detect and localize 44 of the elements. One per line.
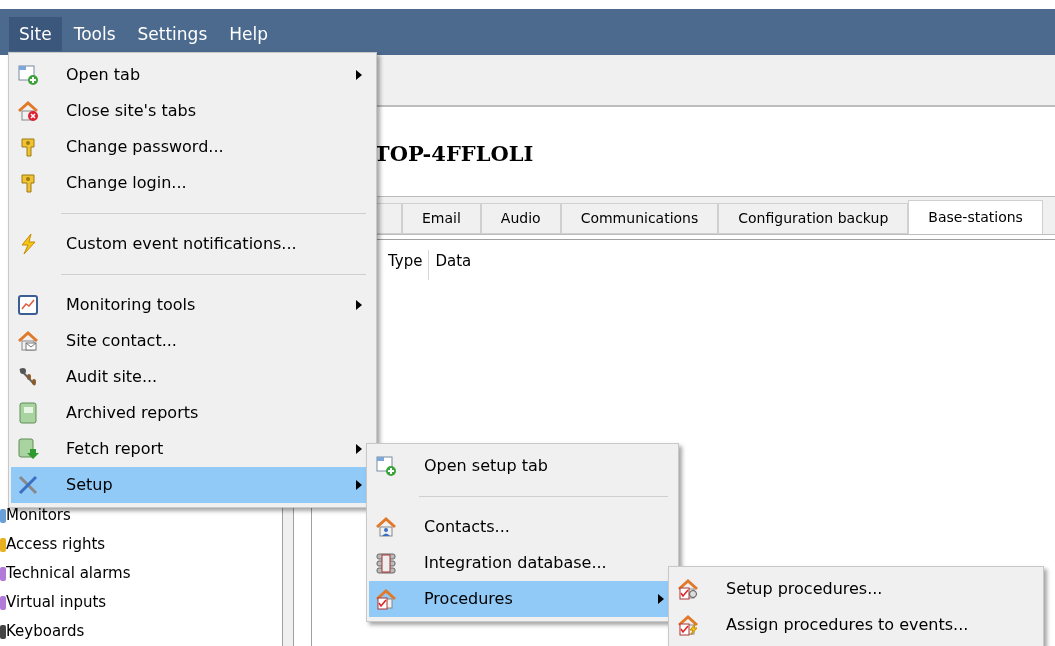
tree-item-icon xyxy=(0,506,6,525)
menu-item[interactable]: Site contact... xyxy=(11,323,374,359)
chart-icon xyxy=(17,294,39,316)
notebook-download-icon xyxy=(17,438,39,460)
site-title: TOP-4FFLOLI xyxy=(374,139,534,168)
menu-item[interactable]: Audit site... xyxy=(11,359,374,395)
tree-item[interactable]: Monitors xyxy=(0,501,282,530)
new-tab-icon xyxy=(375,455,397,477)
menu-bar-item[interactable]: Settings xyxy=(127,17,218,52)
notebook-icon xyxy=(17,402,39,424)
tree-item[interactable]: Technical alarms xyxy=(0,559,282,588)
tab[interactable]: Configuration backup xyxy=(718,203,909,234)
house-contact-icon xyxy=(375,516,397,538)
database-icon xyxy=(375,552,397,574)
menu-item[interactable]: Custom event notifications... xyxy=(11,226,374,262)
new-tab-icon xyxy=(17,64,39,86)
tree-item-icon xyxy=(0,593,6,612)
tree-item[interactable]: Access rights xyxy=(0,530,282,559)
menu-item[interactable]: Contacts... xyxy=(369,509,676,545)
tab[interactable]: Communications xyxy=(560,203,719,234)
tree-item[interactable]: Virtual inputs xyxy=(0,588,282,617)
tab[interactable]: Base-stations xyxy=(908,200,1043,234)
tab[interactable]: Audio xyxy=(480,203,561,234)
checklist-lightning-icon xyxy=(677,614,699,636)
checklist-gear-icon xyxy=(677,578,699,600)
menu-item[interactable]: Open tab xyxy=(11,57,374,93)
menu-bar-item[interactable]: Help xyxy=(219,17,279,52)
house-checklist-icon xyxy=(375,588,397,610)
menu-item[interactable]: Change password... xyxy=(11,129,374,165)
menu-item[interactable]: Archived reports xyxy=(11,395,374,431)
column-header[interactable]: Type xyxy=(382,250,430,280)
menu-item[interactable]: Change login... xyxy=(11,165,374,201)
tree-item-icon xyxy=(0,622,6,641)
menu-bar-item[interactable]: Site xyxy=(9,17,62,52)
tree-item-icon xyxy=(0,535,6,554)
menu-item[interactable]: Monitoring tools xyxy=(11,287,374,323)
house-close-icon xyxy=(17,100,39,122)
column-header[interactable]: Data xyxy=(429,250,478,280)
menu-item[interactable]: Close site's tabs xyxy=(11,93,374,129)
tab[interactable]: Email xyxy=(402,203,481,234)
house-mail-icon xyxy=(17,330,39,352)
menu-bar-item[interactable]: Tools xyxy=(63,17,126,52)
tree-item[interactable]: Keyboards xyxy=(0,617,282,646)
tree-item-icon xyxy=(0,564,6,583)
